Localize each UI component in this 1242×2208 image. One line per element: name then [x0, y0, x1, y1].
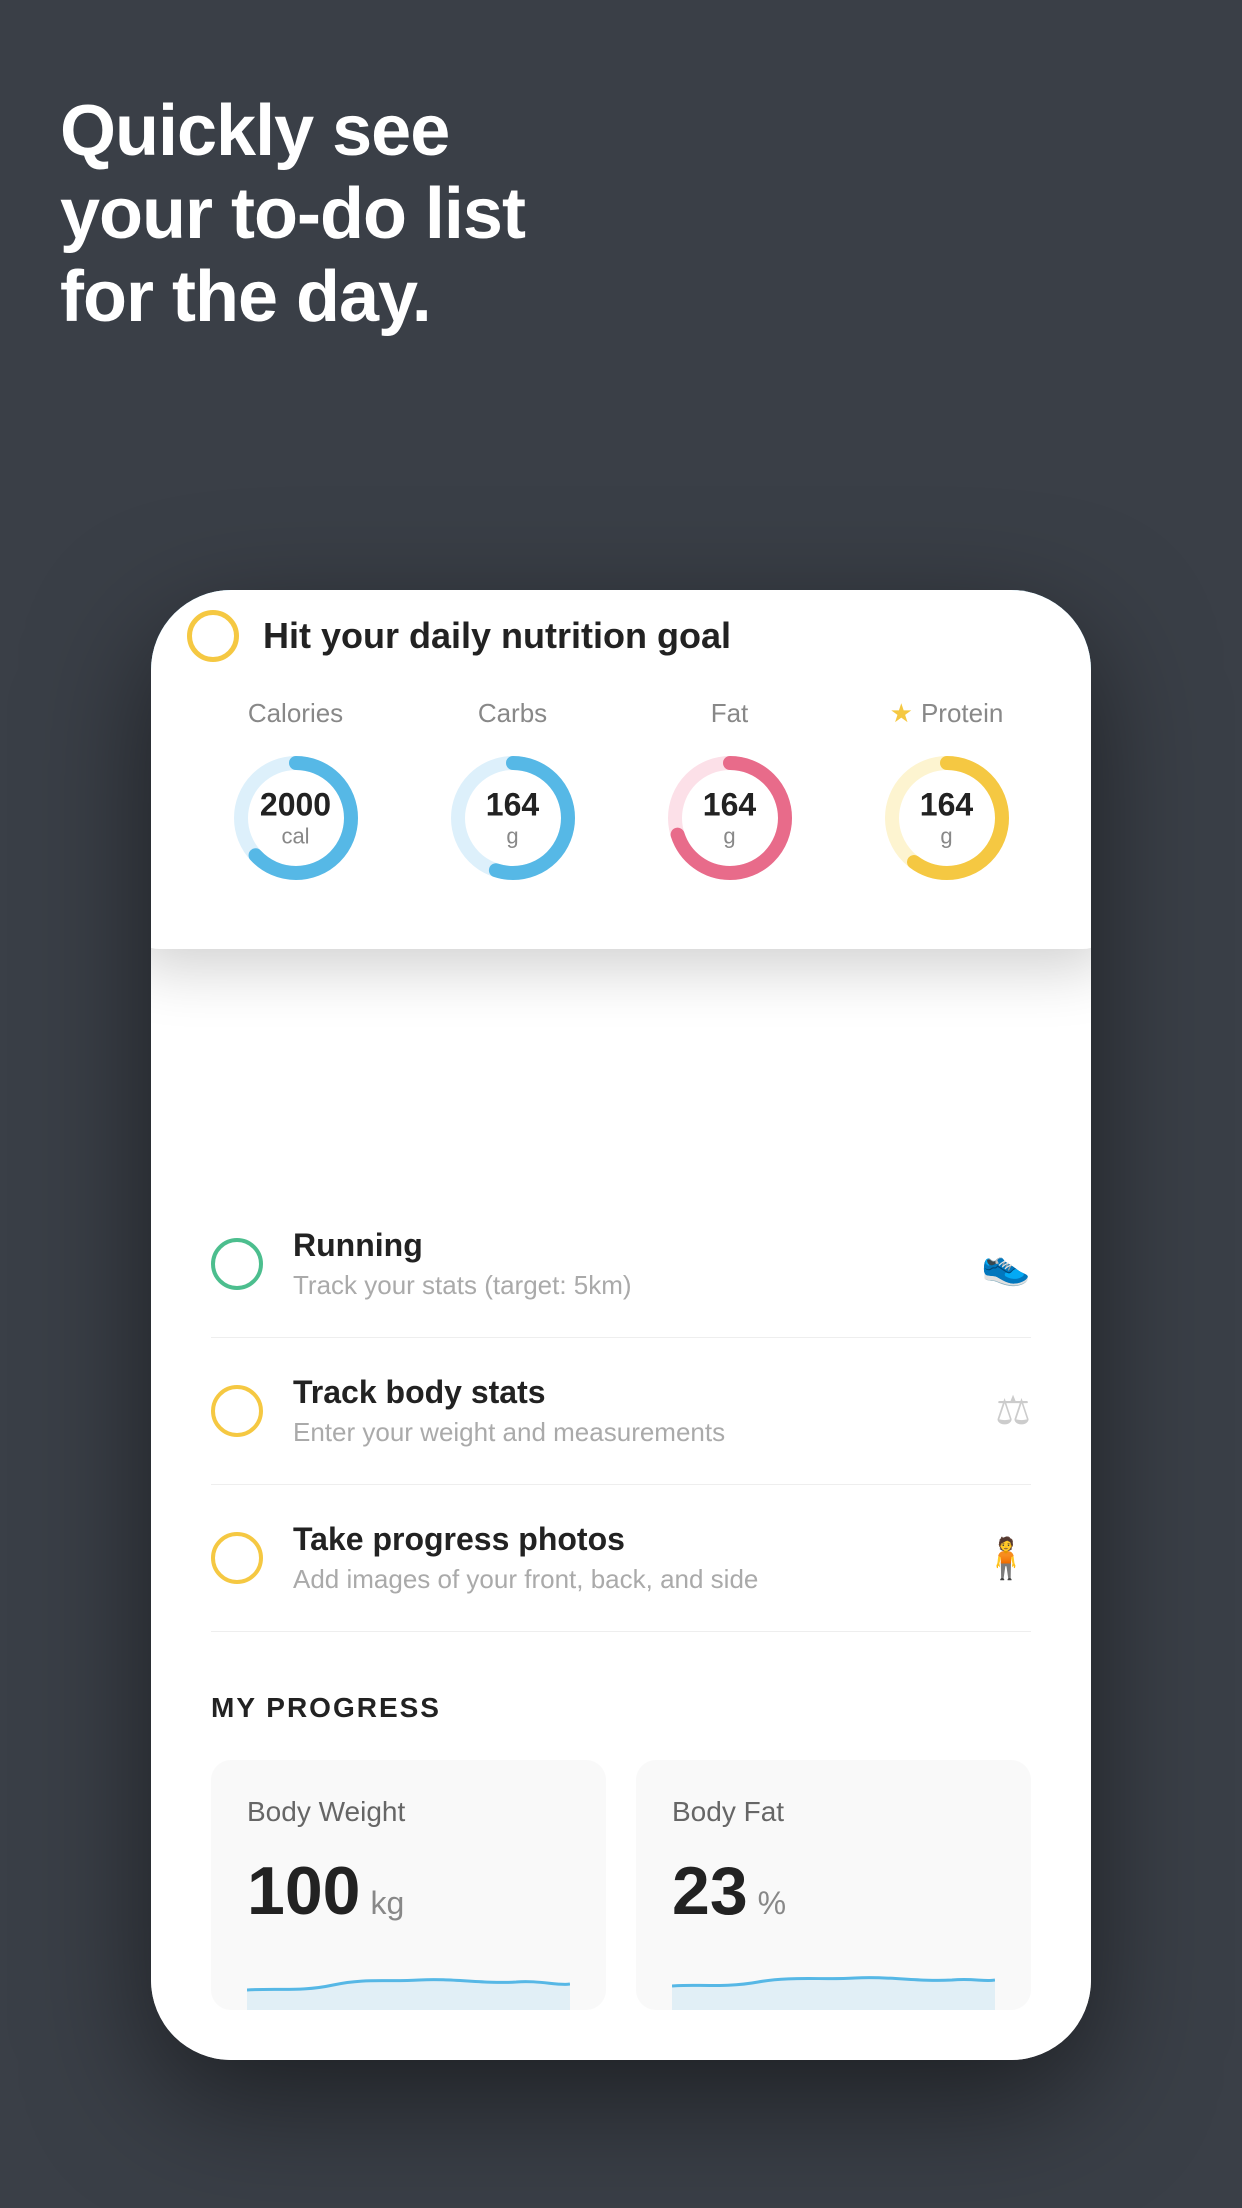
phone-mockup: 9:41 ∿ Dashboard 🔔 THINGS TO DO TODAY	[151, 590, 1091, 2060]
progress-card-fat: Body Fat 23 %	[636, 1760, 1031, 2010]
fat-chart	[672, 1950, 995, 2010]
progress-weight-value: 100 kg	[247, 1852, 570, 1930]
nutrition-item-calories: Calories 2000 cal	[221, 698, 371, 893]
progress-section: MY PROGRESS Body Weight 100 kg	[211, 1632, 1031, 2010]
progress-card-fat-title: Body Fat	[672, 1796, 995, 1828]
nutrition-label-calories: Calories	[248, 698, 343, 729]
nutrition-header-text: Hit your daily nutrition goal	[263, 615, 731, 657]
donut-protein: 164 g	[872, 743, 1022, 893]
todo-title-body-stats: Track body stats	[293, 1374, 965, 1411]
progress-section-title: MY PROGRESS	[211, 1692, 1031, 1724]
todo-subtitle-photos: Add images of your front, back, and side	[293, 1564, 951, 1595]
shoe-icon: 👟	[981, 1241, 1031, 1288]
nutrition-label-carbs: Carbs	[478, 698, 547, 729]
todo-subtitle-running: Track your stats (target: 5km)	[293, 1270, 951, 1301]
progress-fat-value: 23 %	[672, 1852, 995, 1930]
todo-subtitle-body-stats: Enter your weight and measurements	[293, 1417, 965, 1448]
hero-line1: Quickly see	[60, 91, 449, 171]
nutrition-item-carbs: Carbs 164 g	[438, 698, 588, 893]
nutrition-item-protein: ★ Protein 164 g	[872, 698, 1022, 893]
nutrition-check-circle[interactable]	[187, 610, 239, 662]
progress-card-weight-title: Body Weight	[247, 1796, 570, 1828]
donut-carbs: 164 g	[438, 743, 588, 893]
todo-check-body-stats[interactable]	[211, 1385, 263, 1437]
todo-title-photos: Take progress photos	[293, 1521, 951, 1558]
nutrition-circles: Calories 2000 cal Carbs	[187, 698, 1055, 893]
todo-item-photos[interactable]: Take progress photos Add images of your …	[211, 1485, 1031, 1632]
nutrition-label-fat: Fat	[711, 698, 749, 729]
donut-fat: 164 g	[655, 743, 805, 893]
hero-line3: for the day.	[60, 257, 431, 337]
todo-check-running[interactable]	[211, 1238, 263, 1290]
nutrition-header: Hit your daily nutrition goal	[187, 610, 1055, 662]
hero-line2: your to-do list	[60, 174, 525, 254]
star-icon: ★	[890, 698, 913, 729]
nutrition-card: Hit your daily nutrition goal Calories 2…	[151, 590, 1091, 949]
hero-heading: Quickly see your to-do list for the day.	[60, 90, 525, 338]
person-icon: 🧍	[981, 1535, 1031, 1582]
donut-calories: 2000 cal	[221, 743, 371, 893]
todo-item-running[interactable]: Running Track your stats (target: 5km) 👟	[211, 1191, 1031, 1338]
scale-icon: ⚖	[995, 1388, 1031, 1434]
progress-card-weight: Body Weight 100 kg	[211, 1760, 606, 2010]
nutrition-item-fat: Fat 164 g	[655, 698, 805, 893]
progress-cards: Body Weight 100 kg Body Fat	[211, 1760, 1031, 2010]
weight-chart	[247, 1950, 570, 2010]
nutrition-label-protein: ★ Protein	[890, 698, 1004, 729]
todo-title-running: Running	[293, 1227, 951, 1264]
todo-list: Running Track your stats (target: 5km) 👟…	[211, 1191, 1031, 1632]
todo-check-photos[interactable]	[211, 1532, 263, 1584]
todo-item-body-stats[interactable]: Track body stats Enter your weight and m…	[211, 1338, 1031, 1485]
